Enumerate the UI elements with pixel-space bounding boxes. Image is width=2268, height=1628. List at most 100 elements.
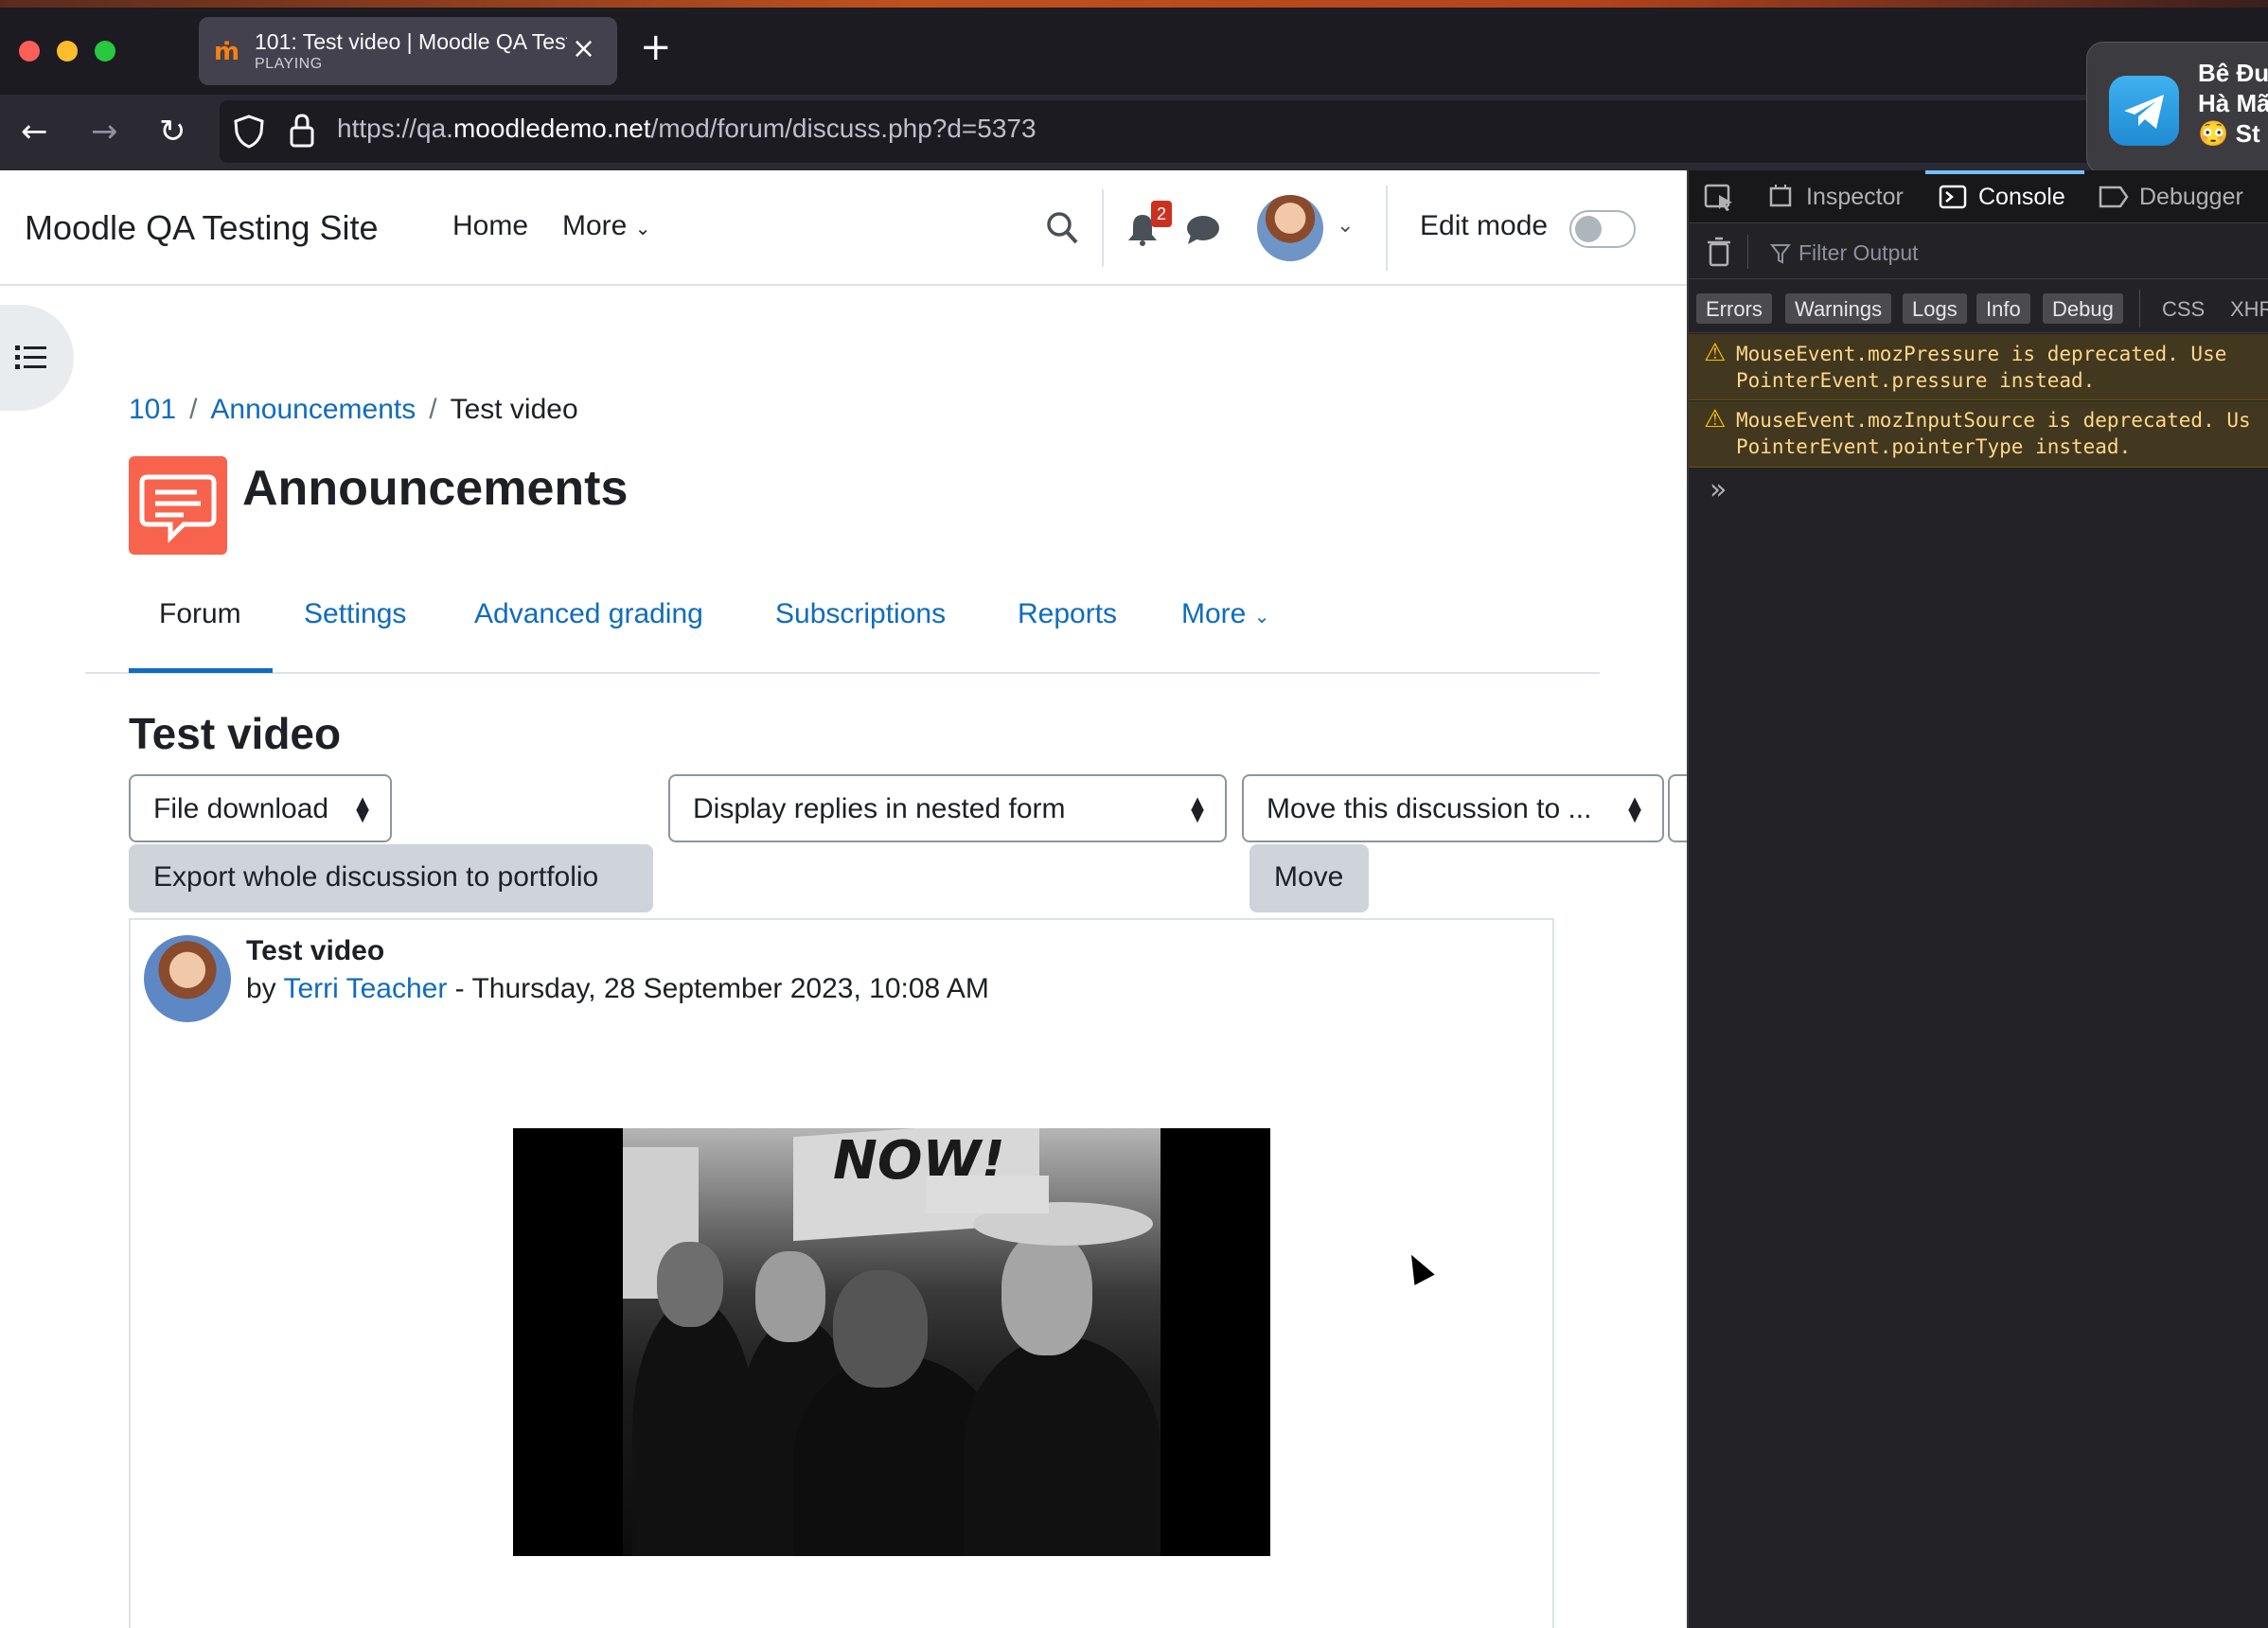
person-figure xyxy=(964,1336,1161,1556)
file-download-select[interactable]: File download ▲ ▼ xyxy=(129,774,392,842)
person-face xyxy=(657,1242,723,1327)
active-devtools-tab-indicator xyxy=(1925,170,2084,174)
breadcrumb-current: Test video xyxy=(450,394,578,425)
edit-mode-toggle-knob xyxy=(1575,216,1602,242)
tabs-divider xyxy=(85,672,1600,674)
video-player[interactable]: NOW! xyxy=(513,1128,1270,1556)
level-logs-button[interactable]: Logs xyxy=(1903,293,1967,324)
devtools-tab-debugger[interactable]: Debugger xyxy=(2139,184,2243,211)
breadcrumb-course[interactable]: 101 xyxy=(129,394,176,425)
messages-icon[interactable] xyxy=(1185,214,1221,246)
edit-mode-label: Edit mode xyxy=(1420,210,1549,241)
telegram-icon xyxy=(2109,76,2179,146)
notification-title: Hà Mã xyxy=(2198,89,2268,117)
devtools-tab-console[interactable]: Console xyxy=(1978,184,2065,211)
person-face xyxy=(1001,1232,1092,1355)
pick-element-icon[interactable] xyxy=(1704,184,1736,212)
chevron-down-icon: ⌄ xyxy=(634,217,651,239)
reload-icon[interactable]: ↻ xyxy=(159,113,186,150)
post-author-avatar[interactable] xyxy=(144,935,231,1022)
active-tab-indicator xyxy=(129,668,273,673)
post-meta: by Terri Teacher - Thursday, 28 Septembe… xyxy=(246,973,989,1005)
move-button[interactable]: Move xyxy=(1249,844,1369,912)
console-prompt-icon[interactable]: » xyxy=(1710,473,1727,506)
level-debug-button[interactable]: Debug xyxy=(2043,293,2123,324)
forward-icon[interactable]: → xyxy=(91,113,118,150)
window-top-stripe xyxy=(0,0,2268,8)
discussion-title: Test video xyxy=(129,709,342,758)
next-control-edge[interactable] xyxy=(1668,774,1687,842)
tab-forum[interactable]: Forum xyxy=(159,598,241,630)
course-index-toggle[interactable] xyxy=(0,305,74,411)
tab-more[interactable]: More ⌄ xyxy=(1181,598,1269,630)
person-face xyxy=(755,1251,825,1342)
warning-icon: ⚠ xyxy=(1704,339,1727,367)
video-frame: NOW! xyxy=(623,1128,1161,1556)
post-subject: Test video xyxy=(246,935,385,966)
post-author-link[interactable]: Terri Teacher xyxy=(283,973,447,1004)
inspector-icon xyxy=(1769,185,1792,207)
user-avatar[interactable] xyxy=(1257,195,1323,261)
nav-more[interactable]: More ⌄ xyxy=(562,210,650,242)
display-mode-select[interactable]: Display replies in nested form ▲ ▼ xyxy=(668,774,1227,842)
level-xhr-button[interactable]: XHR xyxy=(2221,293,2268,324)
close-tab-icon[interactable]: × xyxy=(572,35,595,63)
console-warning-message: MouseEvent.mozPressure is deprecated. Us… xyxy=(1736,343,2227,392)
level-warnings-button[interactable]: Warnings xyxy=(1785,293,1892,324)
toolbar-divider xyxy=(1747,235,1748,269)
chevron-down-icon: ⌄ xyxy=(1253,605,1270,628)
lock-icon xyxy=(290,114,314,148)
filter-icon xyxy=(1770,244,1791,264)
tab-advanced-grading[interactable]: Advanced grading xyxy=(474,598,703,630)
export-portfolio-button[interactable]: Export whole discussion to portfolio xyxy=(129,844,653,912)
nav-home[interactable]: Home xyxy=(452,210,528,242)
forum-icon xyxy=(129,456,227,555)
new-tab-icon[interactable]: + xyxy=(640,28,672,66)
file-download-label: File download xyxy=(153,793,329,824)
post-date: - Thursday, 28 September 2023, 10:08 AM xyxy=(447,973,989,1004)
sort-arrows-icon: ▲ ▼ xyxy=(1628,793,1641,825)
user-menu-chevron-icon[interactable]: ⌄ xyxy=(1337,214,1354,238)
header-divider xyxy=(1386,186,1388,271)
back-icon[interactable]: ← xyxy=(21,113,48,150)
header-divider xyxy=(1102,189,1104,267)
level-errors-button[interactable]: Errors xyxy=(1696,293,1772,324)
person-face xyxy=(833,1270,928,1388)
tab-settings[interactable]: Settings xyxy=(304,598,406,630)
devtools-tab-inspector[interactable]: Inspector xyxy=(1806,184,1904,211)
breadcrumb-separator: / xyxy=(189,394,198,425)
site-name[interactable]: Moodle QA Testing Site xyxy=(25,208,379,248)
sort-arrows-icon: ▲ ▼ xyxy=(1191,793,1204,825)
zoom-window-button[interactable] xyxy=(95,41,115,62)
level-css-button[interactable]: CSS xyxy=(2153,293,2214,324)
page-title: Announcements xyxy=(242,461,629,516)
warning-icon: ⚠ xyxy=(1704,405,1727,434)
moodle-favicon-icon: ṁ xyxy=(214,38,240,66)
minimize-window-button[interactable] xyxy=(57,41,78,62)
tab-reports[interactable]: Reports xyxy=(1018,598,1117,630)
search-icon[interactable] xyxy=(1045,210,1079,246)
move-discussion-select[interactable]: Move this discussion to ... ▲ ▼ xyxy=(1242,774,1664,842)
breadcrumb-forum[interactable]: Announcements xyxy=(210,394,416,425)
trash-icon[interactable] xyxy=(1706,237,1732,267)
move-discussion-label: Move this discussion to ... xyxy=(1267,793,1592,824)
breadcrumb: 101 / Announcements / Test video xyxy=(129,394,578,426)
list-icon xyxy=(15,345,46,369)
toolbar-divider xyxy=(2139,290,2140,327)
console-warning-message: MouseEvent.mozInputSource is deprecated.… xyxy=(1736,409,2251,458)
shield-icon[interactable] xyxy=(233,114,265,150)
tab-subscriptions[interactable]: Subscriptions xyxy=(775,598,946,630)
console-icon xyxy=(1939,185,1967,209)
display-mode-label: Display replies in nested form xyxy=(693,793,1066,824)
notification-preview: 😳 St xyxy=(2198,119,2260,148)
sort-arrows-icon: ▲ ▼ xyxy=(356,793,369,825)
url-text[interactable]: https://qa.moodledemo.net/mod/forum/disc… xyxy=(337,114,1037,144)
notification-sender: Bê Đu xyxy=(2198,59,2268,87)
level-info-button[interactable]: Info xyxy=(1976,293,2030,324)
moodle-page: Moodle QA Testing Site Home More ⌄ 2 ⌄ E… xyxy=(0,170,1687,1628)
close-window-button[interactable] xyxy=(19,41,40,62)
console-filter-input[interactable]: Filter Output xyxy=(1798,240,1919,266)
sign-right xyxy=(926,1176,1049,1213)
tab-title: 101: Test video | Moodle QA Testi xyxy=(255,29,567,54)
debugger-icon xyxy=(2099,186,2129,208)
